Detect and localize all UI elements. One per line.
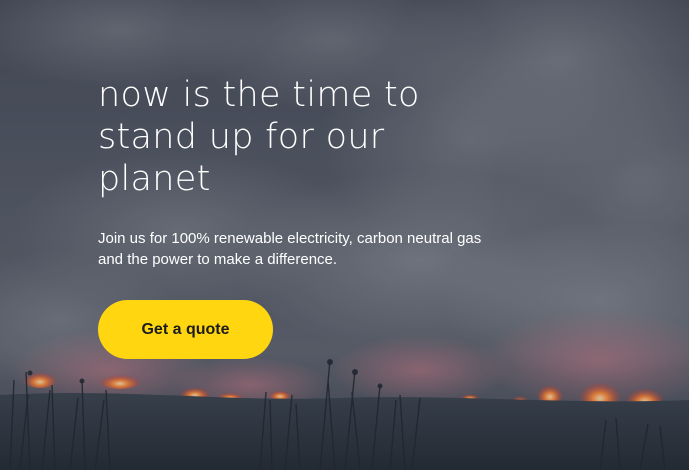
hero-section: now is the time to stand up for our plan… xyxy=(0,0,689,470)
hero-headline: now is the time to stand up for our plan… xyxy=(98,75,420,199)
get-a-quote-button[interactable]: Get a quote xyxy=(98,300,273,359)
hero-subtext: Join us for 100% renewable electricity, … xyxy=(98,230,482,268)
hero-content: now is the time to stand up for our plan… xyxy=(98,74,518,359)
